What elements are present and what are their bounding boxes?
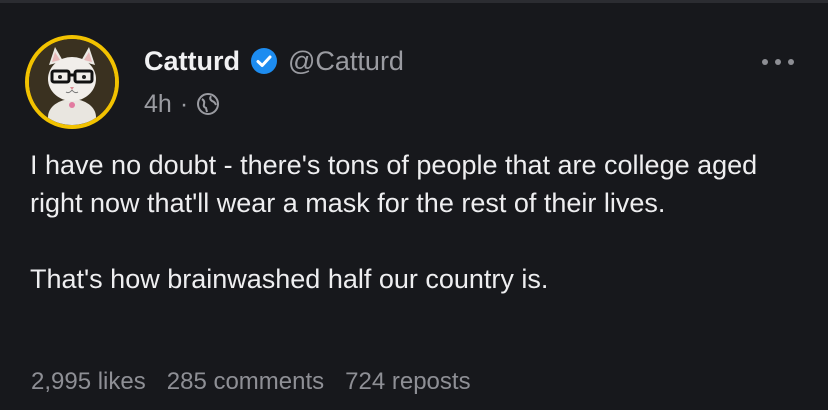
cat-avatar-icon: [29, 39, 115, 125]
likes-count[interactable]: 2,995 likes: [31, 368, 146, 396]
top-divider: [0, 0, 828, 3]
post-card: Catturd @Catturd 4h · I have no doubt - …: [0, 0, 828, 410]
author-display-name[interactable]: Catturd: [144, 46, 240, 77]
author-handle[interactable]: @Catturd: [288, 46, 404, 77]
avatar[interactable]: [25, 35, 119, 129]
comments-count[interactable]: 285 comments: [167, 368, 324, 396]
post-body: I have no doubt - there's tons of people…: [30, 146, 810, 298]
meta-separator: ·: [179, 89, 189, 118]
post-timestamp[interactable]: 4h: [144, 90, 172, 119]
post-meta: 4h ·: [144, 88, 220, 120]
post-stats: 2,995 likes 285 comments 724 reposts: [31, 368, 471, 396]
reposts-count[interactable]: 724 reposts: [345, 368, 470, 396]
post-paragraph: That's how brainwashed half our country …: [30, 264, 549, 294]
more-options-icon[interactable]: [762, 52, 794, 72]
verified-badge-icon: [250, 47, 278, 75]
post-paragraph: I have no doubt - there's tons of people…: [30, 150, 758, 218]
globe-icon: [196, 92, 220, 116]
post-header: Catturd @Catturd: [144, 44, 404, 78]
